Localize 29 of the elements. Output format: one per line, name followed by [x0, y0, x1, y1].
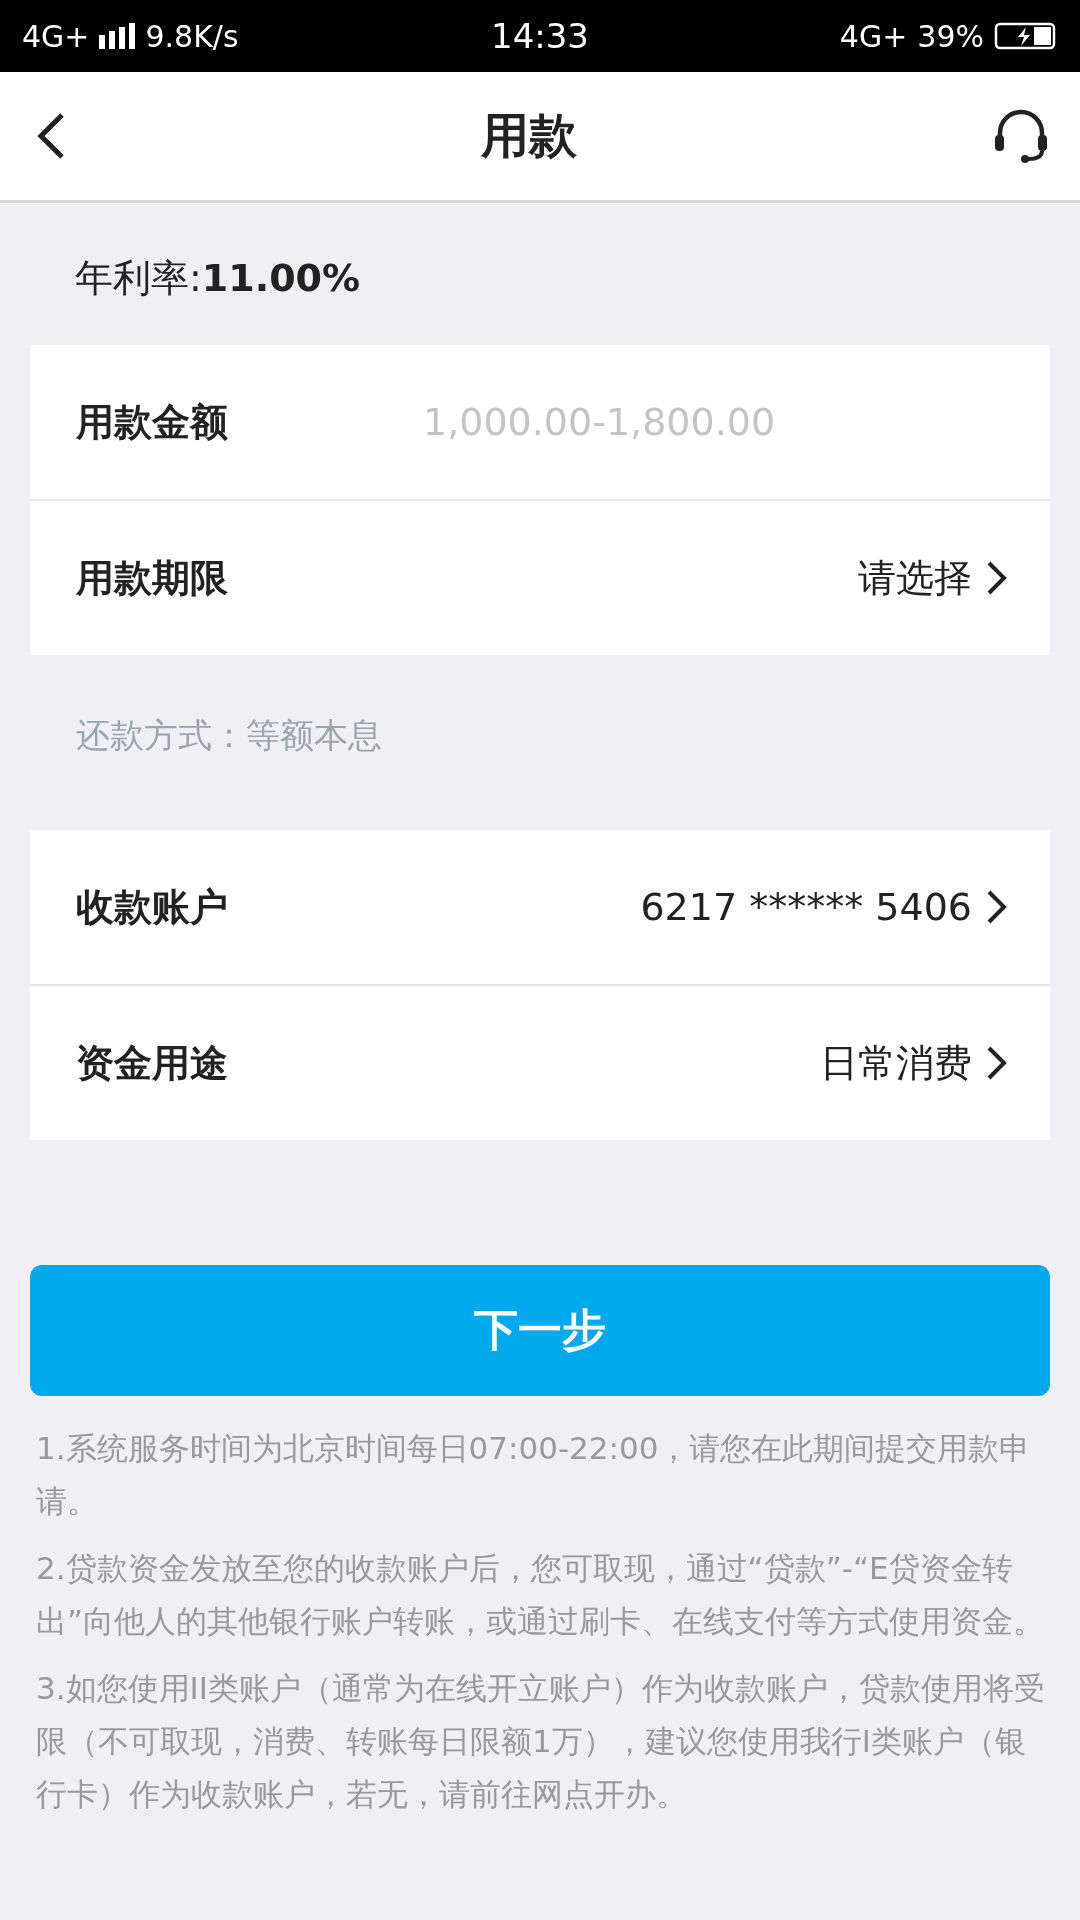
repayment-method: 还款方式：等额本息 [76, 715, 382, 755]
select-value: 请选择 [858, 554, 972, 602]
notice-text: 3.如您使用II类账户（通常为在线开立账户）作为收款账户，贷款使用将受限（不可取现，消费、转账每日限额1万），建议您使用我行I类账户（银行卡）作为收款账户，若无，请前往网点开办。 [36, 1669, 1046, 1814]
field-label: 用款期限 [76, 554, 229, 602]
network-type: 4G+ [839, 18, 908, 54]
page-title: 用款 [481, 106, 577, 165]
field-label: 资金用途 [76, 1039, 229, 1087]
chevron-right-icon [986, 1045, 1008, 1081]
field-label: 用款金额 [76, 398, 229, 446]
chevron-right-icon [986, 560, 1008, 596]
select-row[interactable]: 用款期限 请选择 [30, 499, 1050, 655]
field-label: 收款账户 [76, 883, 229, 931]
network-type: 4G+ [22, 18, 90, 54]
clock: 14:33 [491, 16, 589, 56]
select-row[interactable]: 资金用途 日常消费 [30, 984, 1050, 1140]
select-row[interactable]: 收款账户 6217 ****** 5406 [30, 830, 1050, 984]
headset-icon[interactable] [992, 109, 1050, 163]
signal-icon [99, 23, 136, 49]
interest-rate: 年利率:11.00% [75, 256, 361, 300]
notice-text: 2.贷款资金发放至您的收款账户后，您可取现，通过“贷款”-“E贷资金转出”向他人的其他银行账户转账，或通过刷卡、在线支付等方式使用资金。 [36, 1549, 1046, 1641]
notice-text: 1.系统服务时间为北京时间每日07:00-22:00，请您在此期间提交用款申请。 [36, 1429, 1032, 1521]
back-icon[interactable] [36, 112, 66, 160]
select-value: 日常消费 [820, 1039, 972, 1087]
network-speed: 9.8K/s [145, 18, 239, 54]
battery-charging-icon [994, 22, 1058, 50]
chevron-right-icon [986, 889, 1008, 925]
amount-input[interactable]: 1,000.00-1,800.00 [421, 399, 1008, 445]
select-value: 6217 ****** 5406 [640, 885, 972, 929]
battery-percent: 39% [917, 18, 984, 54]
